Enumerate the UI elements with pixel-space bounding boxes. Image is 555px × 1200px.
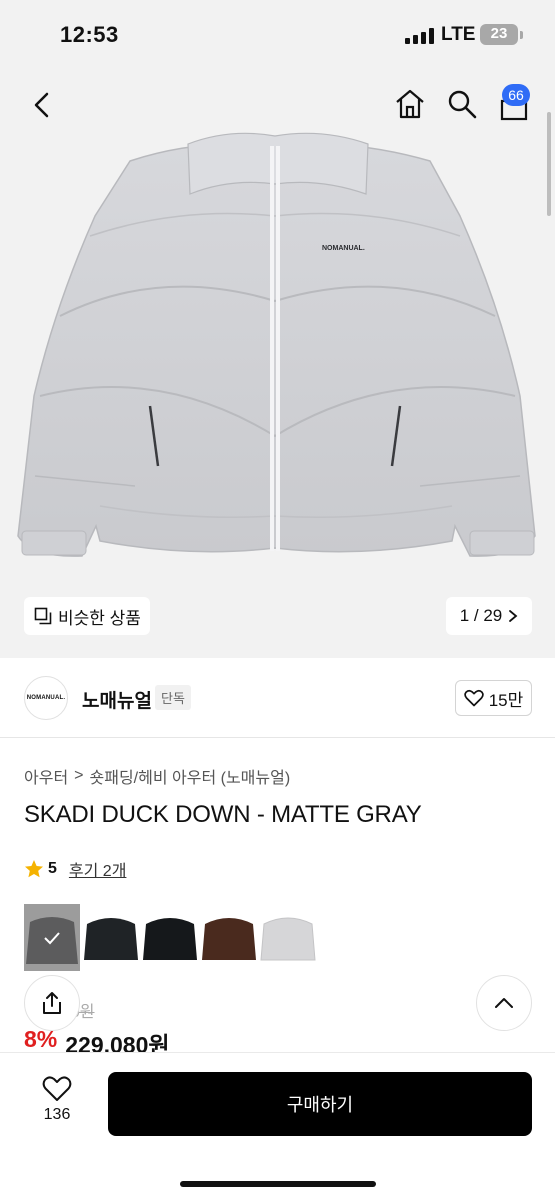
swatch-image <box>260 904 316 971</box>
brand-logo[interactable]: NOMANUAL. <box>24 676 68 720</box>
swatch-navy[interactable] <box>83 904 139 971</box>
similar-products-button[interactable]: 비슷한 상품 <box>24 597 150 635</box>
breadcrumb: 아우터 > 숏패딩/헤비 아우터 (노매뉴얼) <box>24 764 290 788</box>
status-bar: 12:53 LTE 23 <box>0 0 555 66</box>
similar-products-label: 비슷한 상품 <box>58 608 141 628</box>
search-icon <box>448 90 477 119</box>
color-swatches <box>24 904 316 971</box>
breadcrumb-item[interactable]: 아우터 <box>24 764 68 788</box>
home-icon <box>396 89 424 119</box>
battery-nub <box>520 31 523 39</box>
image-page-counter[interactable]: 1 / 29 <box>446 597 532 635</box>
star-icon <box>25 860 43 878</box>
status-time: 12:53 <box>60 22 119 47</box>
swatch-matte-gray[interactable] <box>24 904 80 971</box>
back-button[interactable] <box>28 88 56 122</box>
page-indicator: 1 / 29 <box>459 606 503 625</box>
selected-overlay <box>24 904 80 971</box>
chevron-right-icon <box>509 610 518 622</box>
swatch-black[interactable] <box>142 904 198 971</box>
chevron-up-icon <box>495 998 513 1008</box>
brand-like-count: 15만 <box>488 690 524 710</box>
battery-icon: 23 <box>480 24 518 45</box>
swatch-image <box>83 904 139 971</box>
brand-name[interactable]: 노매뉴얼 <box>82 686 152 713</box>
back-icon <box>34 92 49 118</box>
swatch-white[interactable] <box>260 904 316 971</box>
search-button[interactable] <box>444 86 480 122</box>
signal-icon <box>405 28 435 44</box>
breadcrumb-separator: > <box>74 767 84 784</box>
rating-value: 5 <box>48 860 57 877</box>
scroll-top-button[interactable] <box>476 975 532 1031</box>
bottom-action-bar: 136 구매하기 <box>0 1052 555 1200</box>
cart-count-badge: 66 <box>502 84 530 106</box>
wishlist-button[interactable]: 136 <box>30 1075 84 1124</box>
jacket-image: NOMANUAL. <box>17 132 536 557</box>
rating-row: 5 후기 2개 <box>24 857 126 881</box>
heart-icon <box>42 1076 72 1101</box>
network-label: LTE <box>441 24 476 45</box>
buy-button[interactable]: 구매하기 <box>108 1072 532 1136</box>
share-icon <box>43 992 61 1014</box>
product-title: SKADI DUCK DOWN - MATTE GRAY <box>24 801 422 828</box>
home-indicator <box>180 1181 376 1187</box>
brand-row: NOMANUAL. 노매뉴얼 단독 15만 <box>0 658 555 738</box>
swatch-image <box>201 904 257 971</box>
swatch-brown[interactable] <box>201 904 257 971</box>
share-button[interactable] <box>24 975 80 1031</box>
jacket-print-text: NOMANUAL. <box>322 245 365 252</box>
scrollbar[interactable] <box>547 112 551 216</box>
battery-level: 23 <box>490 25 508 42</box>
brand-like-button[interactable]: 15만 <box>455 680 532 716</box>
wish-count: 136 <box>43 1106 71 1123</box>
exclusive-badge: 단독 <box>155 685 191 710</box>
heart-icon <box>463 689 484 707</box>
swatch-image <box>142 904 198 971</box>
breadcrumb-item[interactable]: 숏패딩/헤비 아우터 (노매뉴얼) <box>90 764 291 788</box>
product-image-area[interactable]: NOMANUAL. 66 <box>0 66 555 658</box>
review-link[interactable]: 후기 2개 <box>69 857 127 881</box>
brand-logo-text: NOMANUAL. <box>26 695 66 701</box>
check-icon <box>44 931 60 944</box>
similar-icon <box>34 607 52 625</box>
home-button[interactable] <box>392 86 428 122</box>
